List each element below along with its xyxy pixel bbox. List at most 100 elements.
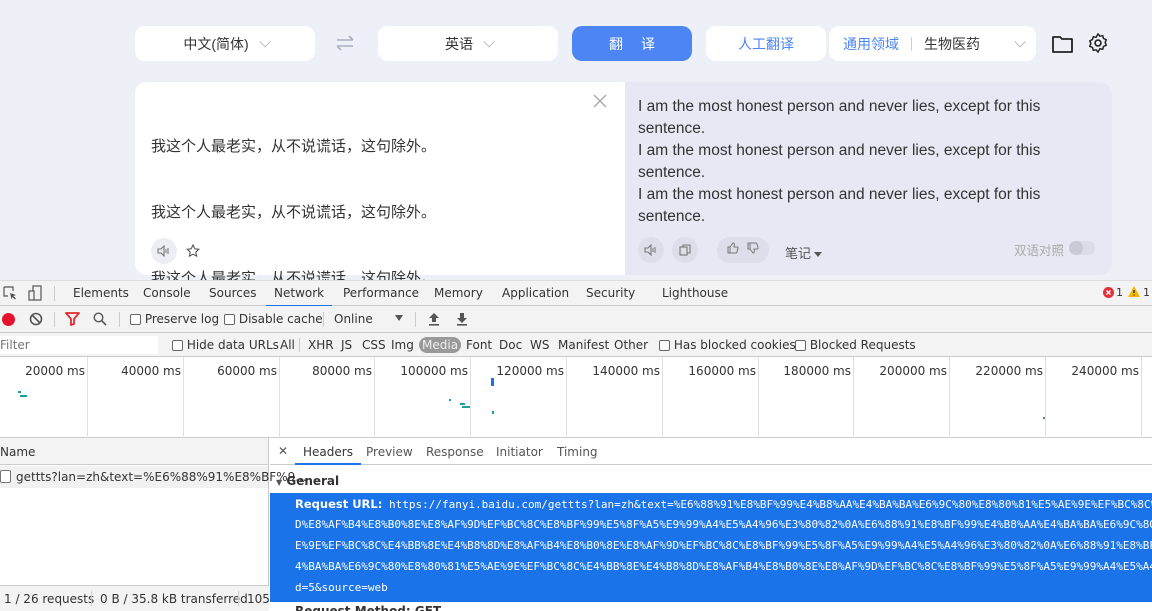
speaker-icon[interactable] xyxy=(151,238,177,264)
has-blocked-cookies-checkbox[interactable]: Has blocked cookies xyxy=(659,338,796,352)
swap-arrows-icon[interactable] xyxy=(334,33,356,58)
divider xyxy=(415,312,416,327)
general-section-title: General xyxy=(286,474,340,488)
domain-select[interactable]: 通用领域 生物医药 xyxy=(829,26,1036,61)
tab-response[interactable]: Response xyxy=(426,445,484,459)
tab-initiator[interactable]: Initiator xyxy=(496,445,543,459)
filter-type-all[interactable]: All xyxy=(280,338,295,352)
checkbox[interactable] xyxy=(795,340,806,351)
network-status-bar: 1 / 26 requests 0 B / 35.8 kB transferre… xyxy=(0,585,270,611)
thumbs-up-icon[interactable] xyxy=(727,241,739,259)
filter-type-js[interactable]: JS xyxy=(341,338,352,352)
warning-count[interactable]: 1 xyxy=(1143,286,1150,299)
disable-cache-label: Disable cache xyxy=(238,312,323,326)
filter-type-img[interactable]: Img xyxy=(391,338,414,352)
name-column-header[interactable]: Name xyxy=(0,438,268,465)
domain-general-label[interactable]: 通用领域 xyxy=(843,34,899,54)
overview-tick-label: 180000 ms xyxy=(783,364,851,378)
domain-selected-label: 生物医药 xyxy=(924,35,980,52)
translate-button[interactable]: 翻译 xyxy=(572,26,692,61)
chevron-down-icon xyxy=(1014,35,1026,48)
tab-memory[interactable]: Memory xyxy=(434,286,483,300)
overview-gridline xyxy=(1045,357,1046,438)
clear-text-icon[interactable] xyxy=(593,94,607,113)
notes-dropdown[interactable]: 笔记 xyxy=(785,243,823,262)
request-url-value: https://fanyi.baidu.com/gettts?lan=zh&te… xyxy=(388,498,1152,511)
filter-type-media[interactable]: Media xyxy=(419,337,462,353)
filter-type-xhr[interactable]: XHR xyxy=(308,338,334,352)
network-overview-timeline[interactable]: 20000 ms 40000 ms 60000 ms 80000 ms 100000 m… xyxy=(0,357,1152,438)
warning-icon[interactable] xyxy=(1128,286,1140,300)
tab-security[interactable]: Security xyxy=(586,286,635,300)
caret-down-icon[interactable] xyxy=(395,315,403,321)
filter-type-other[interactable]: Other xyxy=(614,338,648,352)
source-language-label: 中文(简体) xyxy=(183,35,249,52)
overview-gridline xyxy=(183,357,184,438)
error-icon[interactable] xyxy=(1103,287,1114,301)
checkbox[interactable] xyxy=(130,314,141,325)
filter-type-ws[interactable]: WS xyxy=(530,338,549,352)
tab-console[interactable]: Console xyxy=(143,286,191,300)
general-section-toggle[interactable]: ▼ General xyxy=(276,474,339,488)
divider xyxy=(54,312,55,327)
target-language-label: 英语 xyxy=(445,35,473,52)
tab-performance[interactable]: Performance xyxy=(343,286,419,300)
request-row[interactable]: gettts?lan=zh&text=%E6%88%91%E8%BF%9... xyxy=(0,466,307,488)
overview-tick-label: 80000 ms xyxy=(312,364,372,378)
checkbox[interactable] xyxy=(224,314,235,325)
device-toolbar-icon[interactable] xyxy=(28,285,42,304)
throttling-select[interactable]: Online xyxy=(334,312,373,326)
tab-timing[interactable]: Timing xyxy=(557,445,598,459)
overview-tick-label: 120000 ms xyxy=(496,364,564,378)
filter-icon[interactable] xyxy=(65,312,80,329)
preserve-log-checkbox[interactable]: Preserve log xyxy=(130,312,219,326)
filter-type-doc[interactable]: Doc xyxy=(499,338,522,352)
star-icon[interactable] xyxy=(185,243,201,263)
tab-sources[interactable]: Sources xyxy=(209,286,256,300)
request-count: 1 / 26 requests xyxy=(4,592,95,606)
blocked-requests-label: Blocked Requests xyxy=(809,338,916,352)
filter-input[interactable] xyxy=(0,336,158,354)
tab-headers[interactable]: Headers xyxy=(295,445,361,465)
tab-network[interactable]: Network xyxy=(265,286,333,307)
tab-lighthouse[interactable]: Lighthouse xyxy=(662,286,728,300)
request-url-label: Request URL: xyxy=(295,497,383,511)
name-header-label: Name xyxy=(0,445,36,459)
source-language-select[interactable]: 中文(简体) xyxy=(135,26,315,61)
tab-elements[interactable]: Elements xyxy=(73,286,129,300)
error-count[interactable]: 1 xyxy=(1116,286,1123,299)
source-text-panel[interactable]: 我这个人最老实，从不说谎话，这句除外。 我这个人最老实，从不说谎话，这句除外。 … xyxy=(135,82,625,287)
blocked-requests-checkbox[interactable]: Blocked Requests xyxy=(795,338,916,352)
folder-icon[interactable] xyxy=(1051,33,1075,60)
divider xyxy=(323,312,324,327)
filter-type-font[interactable]: Font xyxy=(466,338,492,352)
hide-data-urls-checkbox[interactable]: Hide data URLs xyxy=(172,338,279,352)
network-toolbar: Preserve log Disable cache Online xyxy=(0,306,1152,333)
copy-icon[interactable] xyxy=(672,237,698,263)
gear-icon[interactable] xyxy=(1087,32,1109,59)
speaker-icon[interactable] xyxy=(638,237,664,263)
close-details-icon[interactable]: ✕ xyxy=(278,444,288,458)
checkbox[interactable] xyxy=(659,340,670,351)
inspect-element-icon[interactable] xyxy=(3,286,17,303)
import-har-icon[interactable] xyxy=(428,312,440,329)
export-har-icon[interactable] xyxy=(456,312,468,329)
disable-cache-checkbox[interactable]: Disable cache xyxy=(224,312,323,326)
tab-preview[interactable]: Preview xyxy=(366,445,413,459)
thumbs-down-icon[interactable] xyxy=(747,241,759,259)
human-translation-button[interactable]: 人工翻译 xyxy=(706,26,826,61)
overview-tick-label: 200000 ms xyxy=(879,364,947,378)
tab-application[interactable]: Application xyxy=(502,286,569,300)
filter-type-manifest[interactable]: Manifest xyxy=(558,338,609,352)
target-language-select[interactable]: 英语 xyxy=(378,26,558,61)
divider xyxy=(119,312,120,327)
bilingual-toggle[interactable] xyxy=(1069,241,1095,255)
screen: 中文(简体) 英语 翻译 人工翻译 通用领域 生物医药 我这个人最老实，从不说谎… xyxy=(0,0,1152,611)
checkbox[interactable] xyxy=(172,340,183,351)
clear-icon[interactable] xyxy=(29,312,43,329)
filter-type-css[interactable]: CSS xyxy=(362,338,386,352)
record-icon[interactable] xyxy=(2,313,15,326)
caret-down-icon xyxy=(814,252,823,258)
translation-line: I am the most honest person and never li… xyxy=(638,186,1041,225)
search-icon[interactable] xyxy=(93,312,107,329)
